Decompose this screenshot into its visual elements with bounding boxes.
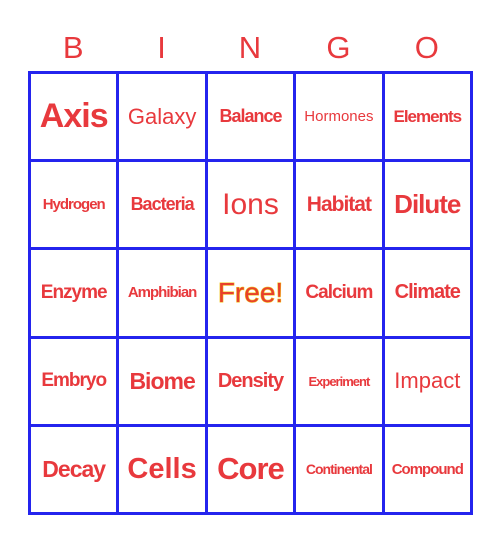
cell-label: Climate (394, 281, 461, 304)
cell-label: Hydrogen (42, 196, 106, 214)
bingo-header: B I N G O (29, 28, 471, 68)
bingo-cell: Density (207, 338, 294, 424)
free-space-cell: Free! (207, 250, 294, 336)
bingo-cell: Experiment (296, 338, 382, 424)
cell-label: Amphibian (127, 284, 197, 302)
cell-label: Elements (393, 106, 463, 126)
header-letter-g: G (326, 30, 351, 65)
bingo-cell: Galaxy (119, 74, 205, 160)
cell-label: Bacteria (130, 194, 195, 215)
bingo-cell: Cells (119, 426, 205, 512)
bingo-cell: Balance (207, 74, 294, 160)
bingo-cell: Embryo (31, 338, 117, 424)
header-letter-i: I (157, 30, 166, 65)
bingo-cell: Ions (207, 162, 294, 248)
bingo-cell: Amphibian (119, 250, 205, 336)
cell-label: Calcium (305, 281, 373, 303)
bingo-cell: Continental (296, 426, 382, 512)
bingo-cell: Core (207, 426, 294, 512)
bingo-cell: Biome (119, 338, 205, 424)
cell-label: Decay (42, 455, 106, 482)
bingo-cell: Hydrogen (31, 162, 117, 248)
bingo-board: Axis Galaxy Balance Hormones Elements Hy… (28, 71, 473, 515)
cell-label: Habitat (306, 192, 372, 216)
header-letter-n: N (238, 30, 262, 65)
cell-label: Embryo (41, 370, 107, 392)
cell-label: Hormones (304, 108, 374, 126)
bingo-cell: Bacteria (119, 162, 205, 248)
cell-label: Cells (127, 452, 197, 485)
bingo-cell: Axis (31, 74, 117, 160)
cell-label: Compound (391, 460, 464, 478)
bingo-cell: Climate (384, 250, 470, 336)
bingo-cell: Habitat (296, 162, 382, 248)
bingo-cell: Impact (384, 338, 470, 424)
cell-label: Dilute (394, 189, 461, 220)
bingo-cell: Calcium (296, 250, 382, 336)
bingo-cell: Dilute (384, 162, 470, 248)
bingo-cell: Enzyme (31, 250, 117, 336)
header-letter-b: B (62, 30, 84, 65)
bingo-cell: Decay (31, 426, 117, 512)
cell-label: Experiment (308, 373, 370, 389)
cell-label: Impact (394, 368, 461, 394)
free-space-label: Free! (217, 276, 284, 308)
cell-label: Galaxy (127, 103, 197, 129)
bingo-cell: Elements (384, 74, 470, 160)
cell-label: Core (217, 451, 285, 487)
cell-label: Balance (219, 106, 282, 127)
cell-label: Continental (305, 461, 373, 478)
cell-label: Axis (39, 97, 109, 136)
bingo-cell: Hormones (296, 74, 382, 160)
cell-label: Enzyme (40, 281, 108, 303)
header-letter-o: O (414, 30, 439, 65)
cell-label: Ions (222, 187, 279, 221)
cell-label: Density (217, 369, 284, 392)
cell-label: Biome (129, 367, 195, 394)
bingo-cell: Compound (384, 426, 470, 512)
